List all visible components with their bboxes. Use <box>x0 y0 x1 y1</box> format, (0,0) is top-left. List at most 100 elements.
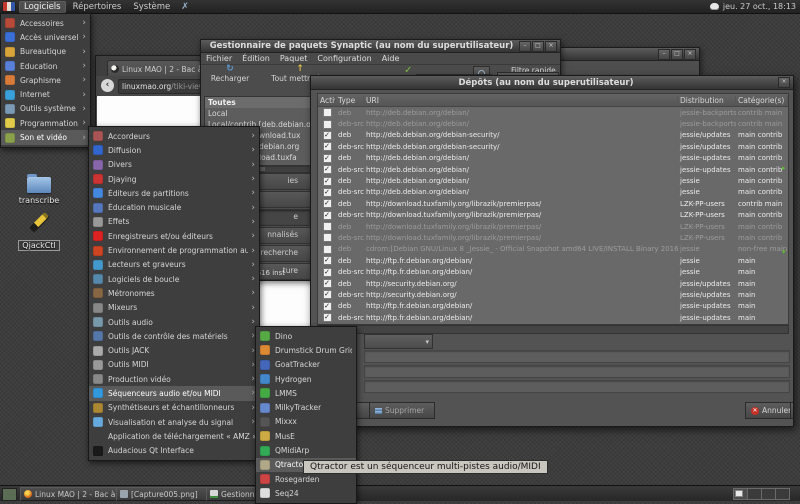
desktop-icon-qjackctl[interactable]: QjackCtl <box>8 211 70 252</box>
menu-item[interactable]: Drumstick Drum Grid <box>256 343 356 357</box>
workspace-cell[interactable] <box>747 488 762 500</box>
menu-item[interactable]: Accès universel <box>1 30 90 44</box>
enabled-checkbox[interactable] <box>323 256 332 265</box>
menu-item[interactable]: Mixxx <box>256 415 356 429</box>
repo-row[interactable]: deb-src http://deb.debian.org/debian/ je… <box>318 164 788 175</box>
ok-button-partial[interactable] <box>790 402 794 419</box>
menu-item[interactable]: Hydrogen <box>256 372 356 386</box>
enabled-checkbox[interactable] <box>323 165 332 174</box>
workspace-cell[interactable] <box>733 488 748 500</box>
menu-item[interactable]: Outils MIDI <box>89 358 259 372</box>
repo-row[interactable]: deb cdrom:[Debian GNU/Linux 8 _Jessie_ -… <box>318 244 788 255</box>
menu-item[interactable]: Djaying <box>89 172 259 186</box>
repo-row[interactable]: deb-src http://download.tuxfamily.org/li… <box>318 210 788 221</box>
menu-item[interactable]: MilkyTracker <box>256 400 356 414</box>
repo-row[interactable]: deb-src http://deb.debian.org/debian-sec… <box>318 141 788 152</box>
filter-list-item[interactable]: Local <box>205 108 312 119</box>
enabled-checkbox[interactable] <box>323 233 332 242</box>
enabled-checkbox[interactable] <box>323 222 332 231</box>
menubar-item[interactable]: Fichier <box>201 54 237 63</box>
dialog-titlebar[interactable]: Dépôts (au nom du superutilisateur) × <box>311 76 793 90</box>
menu-item[interactable]: Éducation musicale <box>89 200 259 214</box>
repo-row[interactable]: deb http://ftp.fr.debian.org/debian/ jes… <box>318 255 788 266</box>
panel-menu-item[interactable]: Répertoires <box>68 1 127 13</box>
back-button[interactable]: ‹ <box>101 79 114 92</box>
close-icon[interactable]: × <box>778 77 790 88</box>
window-control-icon[interactable]: × <box>545 41 557 52</box>
enabled-checkbox[interactable] <box>323 290 332 299</box>
menu-item[interactable]: Accessoires <box>1 16 90 30</box>
menu-item[interactable]: Éducation <box>1 59 90 73</box>
menu-item[interactable]: Enregistreurs et/ou éditeurs <box>89 229 259 243</box>
repo-row[interactable]: deb http://deb.debian.org/debian-securit… <box>318 130 788 141</box>
enabled-checkbox[interactable] <box>323 154 332 163</box>
menu-item[interactable]: Éditeurs de partitions <box>89 186 259 200</box>
menu-item[interactable]: Graphisme <box>1 73 90 87</box>
menubar-item[interactable]: Aide <box>377 54 405 63</box>
filter-list-item[interactable]: Toutes <box>205 97 312 108</box>
menu-item[interactable]: Production vidéo <box>89 372 259 386</box>
window-control-icon[interactable]: – <box>519 41 531 52</box>
repo-row[interactable]: deb http://deb.debian.org/debian/ jessie… <box>318 175 788 186</box>
show-desktop-button[interactable] <box>2 488 17 501</box>
enabled-checkbox[interactable] <box>323 188 332 197</box>
text-entry[interactable] <box>364 365 790 378</box>
repo-row[interactable]: deb http://ftp.fr.debian.org/debian/ jes… <box>318 301 788 312</box>
enabled-checkbox[interactable] <box>323 142 332 151</box>
menu-item[interactable]: Bureautique <box>1 45 90 59</box>
menu-item[interactable]: Outils JACK <box>89 343 259 357</box>
enabled-checkbox[interactable] <box>323 245 332 254</box>
repo-row[interactable]: deb-src http://deb.debian.org/debian/ je… <box>318 187 788 198</box>
repo-row[interactable]: deb-src http://deb.debian.org/debian/ je… <box>318 118 788 129</box>
menu-item[interactable]: Métronomes <box>89 286 259 300</box>
delete-button[interactable]: Supprimer <box>369 402 435 419</box>
menubar-item[interactable]: Édition <box>237 54 275 63</box>
menu-item[interactable]: Mixeurs <box>89 301 259 315</box>
menu-item[interactable]: Accordeurs <box>89 129 259 143</box>
menu-item[interactable]: Lecteurs et graveurs <box>89 258 259 272</box>
text-entry[interactable] <box>364 350 790 363</box>
menu-item[interactable]: Seq24 <box>256 486 356 500</box>
synaptic-titlebar[interactable]: Gestionnaire de paquets Synaptic (au nom… <box>201 40 560 53</box>
reload-button[interactable]: ↻ Recharger <box>206 65 254 83</box>
repo-row[interactable]: deb-src http://download.tuxfamily.org/li… <box>318 232 788 243</box>
menu-item[interactable]: Effets <box>89 215 259 229</box>
window-control-icon[interactable]: □ <box>671 49 683 60</box>
background-window-titlebar[interactable]: –□× <box>558 48 699 61</box>
panel-menu-item[interactable]: Logiciels <box>19 1 66 13</box>
enabled-checkbox[interactable] <box>323 279 332 288</box>
type-combobox[interactable]: ▾ <box>364 334 433 349</box>
firefox-tab[interactable]: Linux MAO | 2 - Bac à... <box>107 60 201 77</box>
wrench-icon[interactable]: ✗ <box>181 2 189 12</box>
menu-item[interactable]: Internet <box>1 87 90 101</box>
menu-item[interactable]: GoatTracker <box>256 358 356 372</box>
enabled-checkbox[interactable] <box>323 313 332 322</box>
table-hscrollbar[interactable] <box>317 325 789 334</box>
repo-row[interactable]: deb http://download.tuxfamily.org/libraz… <box>318 221 788 232</box>
menu-item[interactable]: Logiciels de boucle <box>89 272 259 286</box>
menu-item[interactable]: Séquenceurs audio et/ou MIDI <box>89 386 259 400</box>
menu-item[interactable]: Dino <box>256 329 356 343</box>
repo-row[interactable]: deb http://download.tuxfamily.org/libraz… <box>318 198 788 209</box>
repo-row[interactable]: deb-src http://ftp.fr.debian.org/debian/… <box>318 312 788 323</box>
workspace-cell[interactable] <box>775 488 790 500</box>
enabled-checkbox[interactable] <box>323 177 332 186</box>
menu-item[interactable]: QMidiArp <box>256 443 356 457</box>
menu-item[interactable]: MusE <box>256 429 356 443</box>
repo-row[interactable]: deb http://deb.debian.org/debian/ jessie… <box>318 153 788 164</box>
menu-item[interactable]: Application de téléchargement « AMZ » <box>89 429 259 443</box>
enabled-checkbox[interactable] <box>323 268 332 277</box>
column-header[interactable]: URI <box>364 96 678 105</box>
menu-item[interactable]: Outils système <box>1 102 90 116</box>
menu-item[interactable]: Rosegarden <box>256 472 356 486</box>
menu-item[interactable]: Programmation <box>1 116 90 130</box>
column-header[interactable]: Catégorie(s) <box>736 96 788 105</box>
menu-item[interactable]: Diffusion <box>89 143 259 157</box>
text-entry[interactable] <box>364 380 790 393</box>
cancel-button[interactable]: ✕ Annuler <box>745 402 794 419</box>
repo-row[interactable]: deb http://security.debian.org/ jessie/u… <box>318 278 788 289</box>
menu-item[interactable]: Visualisation et analyse du signal <box>89 415 259 429</box>
column-header[interactable]: Type <box>336 96 364 105</box>
enabled-checkbox[interactable] <box>323 199 332 208</box>
enabled-checkbox[interactable] <box>323 120 332 129</box>
